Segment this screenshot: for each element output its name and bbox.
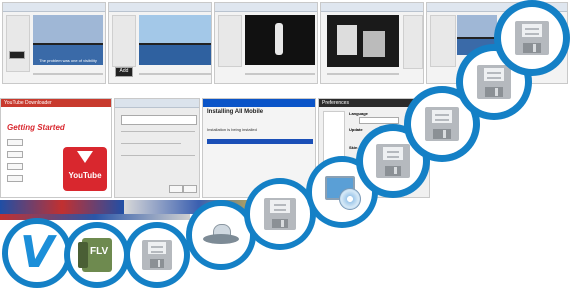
video-preview [327, 15, 399, 67]
ad-banner-1[interactable] [0, 200, 124, 214]
ok-button[interactable] [169, 185, 183, 193]
thumbnail-video-editor-1[interactable]: The problem was one of visibility [2, 2, 106, 84]
window-titlebar: YouTube Downloader [1, 99, 111, 107]
ufo-icon [202, 223, 239, 246]
skin-label: Skin [349, 145, 358, 150]
thumbnail-video-editor-4[interactable] [320, 2, 424, 84]
language-label: Language [349, 111, 368, 116]
video-preview [245, 15, 315, 65]
badge-floppy-1[interactable] [124, 222, 190, 288]
video-caption: The problem was one of visibility [39, 58, 97, 63]
update-label: Update [349, 127, 363, 132]
add-button[interactable] [9, 51, 25, 59]
step-3-button[interactable] [7, 163, 23, 170]
download-arrow-icon [77, 151, 93, 163]
installer-title: Installing All Mobile [207, 109, 264, 115]
video-preview [139, 15, 211, 65]
window-titlebar [215, 3, 317, 12]
youtube-logo: YouTube [63, 147, 107, 191]
progress-bar [207, 139, 313, 144]
thumbnail-video-editor-2[interactable]: Add [108, 2, 212, 84]
silhouette-figure [275, 23, 283, 55]
thumbnail-options-dialog[interactable] [114, 98, 200, 198]
step-2-button[interactable] [7, 151, 23, 158]
timeline[interactable] [139, 73, 211, 75]
thumbnail-video-editor-3[interactable] [214, 2, 318, 84]
v-logo-icon: V [19, 226, 55, 278]
add-button[interactable]: Add [115, 67, 133, 77]
badge-v-logo[interactable]: V [2, 218, 72, 288]
badge-floppy-6[interactable] [494, 0, 570, 76]
floppy-disk-icon [424, 106, 460, 142]
window-titlebar [321, 3, 423, 12]
settings-panel [430, 15, 456, 67]
video-preview: The problem was one of visibility [33, 15, 103, 65]
step-1-button[interactable] [7, 139, 23, 146]
cancel-button[interactable] [183, 185, 197, 193]
timeline[interactable] [245, 73, 315, 75]
floppy-disk-icon [263, 197, 297, 231]
floppy-disk-icon [376, 144, 410, 178]
settings-panel [218, 15, 242, 67]
window-titlebar [3, 3, 105, 12]
window-titlebar [115, 99, 199, 108]
thumbnail-youtube-downloader[interactable]: YouTube Downloader Getting Started YouTu… [0, 98, 112, 198]
badge-flv[interactable]: FLV [64, 222, 130, 288]
timeline[interactable] [327, 73, 399, 75]
settings-panel [403, 15, 423, 69]
language-dropdown[interactable] [359, 117, 399, 124]
floppy-disk-icon [514, 20, 550, 56]
settings-panel [6, 15, 30, 72]
window-titlebar [109, 3, 211, 12]
step-4-button[interactable] [7, 175, 23, 182]
window-titlebar [203, 99, 315, 107]
flv-icon: FLV [77, 237, 112, 272]
settings-panel [112, 15, 136, 67]
monitor-cd-icon [325, 176, 361, 210]
getting-started-heading: Getting Started [7, 123, 65, 132]
installer-status: Installation is being installed [207, 127, 257, 132]
timeline[interactable] [33, 73, 103, 75]
floppy-disk-icon [476, 64, 512, 100]
floppy-disk-icon [142, 240, 172, 270]
